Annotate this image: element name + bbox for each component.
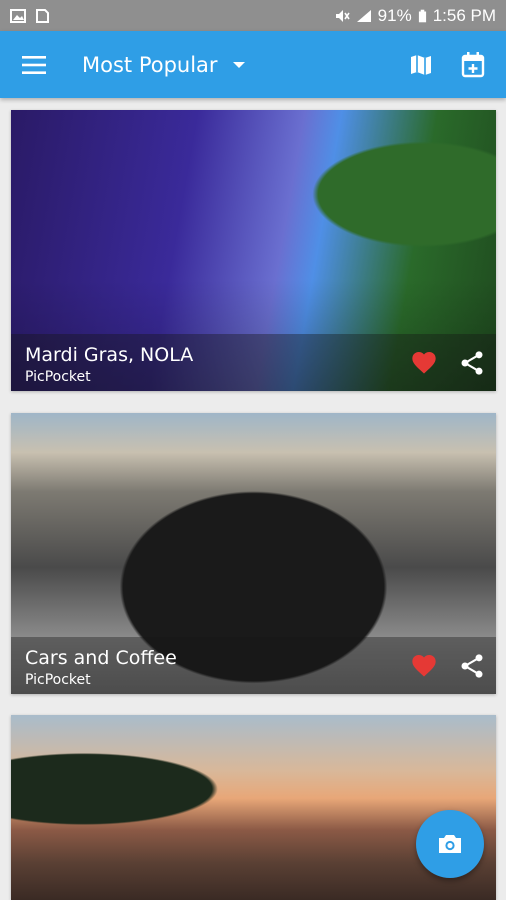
share-icon xyxy=(461,351,483,375)
card-title: Mardi Gras, NOLA xyxy=(25,344,194,366)
add-event-button[interactable] xyxy=(458,50,488,80)
status-right: 91% 1:56 PM xyxy=(334,6,496,26)
signal-icon xyxy=(356,9,371,22)
card-source: PicPocket xyxy=(25,672,91,688)
share-icon xyxy=(461,654,483,678)
menu-button[interactable] xyxy=(0,31,68,98)
category-dropdown[interactable]: Most Popular xyxy=(82,53,246,77)
photo-card[interactable] xyxy=(11,715,496,900)
dropdown-arrow-icon xyxy=(232,61,245,68)
share-button[interactable] xyxy=(458,349,486,377)
card-title: Cars and Coffee xyxy=(25,647,177,669)
battery-icon xyxy=(418,9,426,22)
card-source: PicPocket xyxy=(25,369,91,385)
image-icon xyxy=(10,8,26,23)
photo-card[interactable]: Cars and Coffee PicPocket xyxy=(11,413,496,694)
status-left xyxy=(10,8,50,23)
photo-card[interactable]: Mardi Gras, NOLA PicPocket xyxy=(11,110,496,391)
mute-icon xyxy=(335,9,350,22)
menu-icon xyxy=(22,55,46,74)
canyon-sunset-photo xyxy=(11,715,496,900)
share-button[interactable] xyxy=(458,652,486,680)
heart-icon xyxy=(412,352,436,374)
app-bar-actions xyxy=(406,50,506,80)
sim-icon xyxy=(36,8,49,23)
calendar-add-icon xyxy=(461,51,485,77)
heart-icon xyxy=(412,655,436,677)
status-time: 1:56 PM xyxy=(432,5,496,25)
favorite-button[interactable] xyxy=(410,652,438,680)
camera-fab-button[interactable] xyxy=(416,810,484,878)
app-bar: Most Popular xyxy=(0,31,506,98)
camera-icon xyxy=(439,835,461,853)
map-icon xyxy=(411,54,431,75)
page-title: Most Popular xyxy=(82,52,218,77)
map-button[interactable] xyxy=(406,50,436,80)
status-bar: 91% 1:56 PM xyxy=(0,0,506,31)
battery-level: 91% xyxy=(377,5,412,25)
favorite-button[interactable] xyxy=(410,349,438,377)
